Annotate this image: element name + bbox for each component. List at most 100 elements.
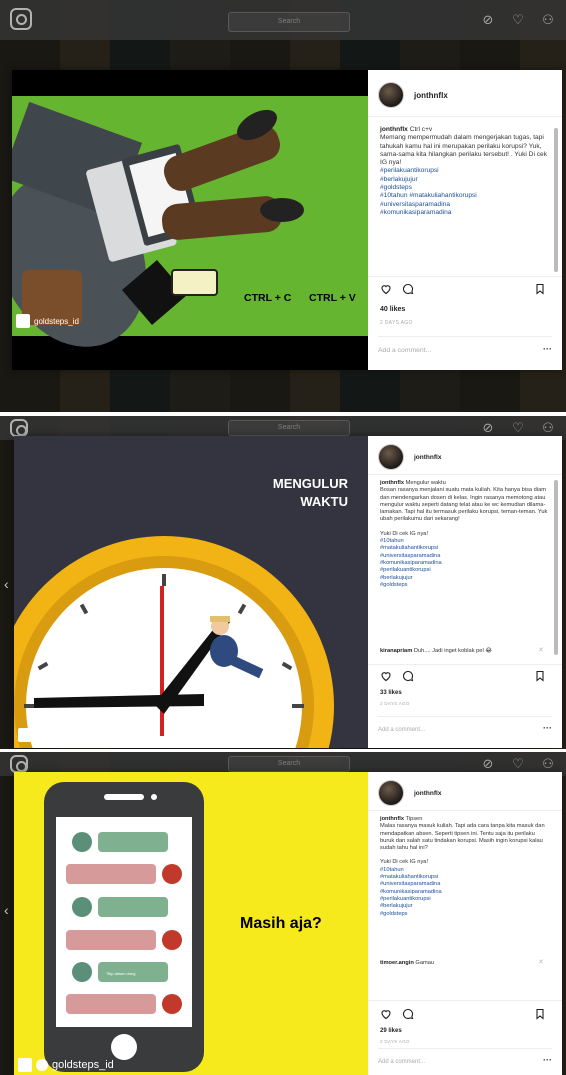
caption-author[interactable]: jonthnflx [380,816,404,822]
post-timestamp: 2 DAYS AGO [380,320,413,326]
likes-count[interactable]: 33 likes [380,690,402,696]
caption-body: Memang mempermudah dalam mengerjakan tug… [380,134,548,167]
bookmark-icon[interactable] [534,1008,546,1020]
image-watermark: goldsteps_id [16,314,79,328]
caption-cta: Yuki Di cek IG nya! [380,859,429,866]
post-timestamp: 2 DAYS AGO [380,701,410,706]
post-caption: jonthnflx Mengulur waktu Bosan rasanya m… [380,480,548,652]
post-sidebar: jonthnflx jonthnflx Mengulur waktu Bosan… [368,436,562,748]
comment-author[interactable]: kiranapriam [380,648,412,654]
screenshot-panel-1: Search ⊘ ♡ ⚇ CTRL + C CTRL + V goldsteps… [0,0,566,412]
caption-author[interactable]: jonthnflx [380,126,408,133]
post-author: jonthnflx [378,82,448,108]
hashtag-link[interactable]: #berlakujujur [380,903,548,910]
more-options-icon[interactable]: ··· [543,723,552,733]
chat-bubble-text: Titip absen dong [106,971,135,976]
comment-row: timoer.angin Gamau [380,960,548,966]
avatar[interactable] [378,82,404,108]
delete-comment-icon[interactable]: ✕ [538,646,544,654]
author-username[interactable]: jonthnflx [414,91,448,100]
more-options-icon[interactable]: ··· [543,1055,552,1065]
post-image-illustration: MENGULUR WAKTU [14,436,368,748]
hashtag-link[interactable]: #universitasparamadina [380,881,548,888]
hashtag-link[interactable]: #goldsteps [380,184,548,192]
more-options-icon[interactable]: ··· [543,344,552,354]
likes-count[interactable]: 40 likes [380,306,405,313]
add-comment-input[interactable]: Add a comment... [378,336,552,354]
hashtag-link[interactable]: #komunikasiparamadina [380,560,548,567]
hashtag-link[interactable]: #komunikasiparamadina [380,889,548,896]
hashtag-link[interactable]: #10tahun [380,538,548,545]
hashtag-link[interactable]: #berlakujujur [380,575,548,582]
post-sidebar: jonthnflx jonthnflx Tipsen Malas rasanya… [368,772,562,1075]
watermark-text: goldsteps_id [34,316,79,326]
image-title-line2: WAKTU [300,494,348,509]
caption-scrollbar[interactable] [554,128,558,272]
previous-post-arrow-icon[interactable]: ‹ [4,576,9,592]
like-heart-icon[interactable] [380,283,392,295]
comment-icon[interactable] [402,670,414,682]
bookmark-icon[interactable] [534,283,546,295]
author-username[interactable]: jonthnflx [414,454,441,461]
hashtag-link[interactable]: #10tahun [380,867,548,874]
comment-row: kiranapriam Duh.... Jadi inget koblak pe… [380,648,548,654]
caption-title: Tipsen [405,816,423,822]
hashtag-link[interactable]: #universitasparamadina [380,553,548,560]
hashtag-link[interactable]: #goldsteps [380,911,548,918]
hashtag-link[interactable]: #perilakuantikorupsi [380,896,548,903]
post-modal: CTRL + C CTRL + V goldsteps_id jonthnflx… [12,70,562,370]
comment-icon[interactable] [402,283,414,295]
like-heart-icon[interactable] [380,1008,392,1020]
watermark-instagram-icon [16,314,30,328]
hashtag-link[interactable]: #matakuliahantikorupsi [380,874,548,881]
caption-body: Bosan rasanya menjalani suatu mata kulia… [380,487,548,523]
post-author: jonthnflx [378,444,441,470]
hashtag-link[interactable]: #berlakujujur [380,176,548,184]
post-modal: MENGULUR WAKTU goldsteps_id jonthnflx jo… [14,436,562,748]
hashtag-link[interactable]: #perilakuantikorupsi [380,567,548,574]
comment-author[interactable]: timoer.angin [380,960,414,966]
post-image: Titip absen dong Masih aja? goldsteps_id [14,772,368,1075]
watermark-instagram-icon [18,728,32,742]
watermark-instagram-icon [18,1058,32,1072]
bookmark-icon[interactable] [534,670,546,682]
post-actions [380,283,546,295]
post-sidebar: jonthnflx jonthnflx Ctrl c+v Memang memp… [368,70,562,370]
image-text-ctrl-c: CTRL + C [244,292,292,304]
screenshot-panel-3: Search ⊘ ♡ ⚇ ‹ Titip absen dong Masih aj… [0,752,566,1075]
post-modal: Titip absen dong Masih aja? goldsteps_id… [14,772,562,1075]
add-comment-input[interactable]: Add a comment... [378,716,552,733]
image-watermark: goldsteps_id [18,1058,114,1072]
post-actions [380,670,546,682]
post-image: MENGULUR WAKTU goldsteps_id [14,436,368,748]
caption-title: Mengulur waktu [405,480,446,486]
post-author: jonthnflx [378,780,441,806]
hashtag-link[interactable]: #perilakuantikorupsi [380,167,548,175]
post-actions [380,1008,546,1020]
like-heart-icon[interactable] [380,670,392,682]
hashtag-link[interactable]: #matakuliahantikorupsi [380,545,548,552]
avatar[interactable] [378,780,404,806]
post-image-illustration: Titip absen dong Masih aja? [14,772,368,1075]
image-watermark: goldsteps_id [18,728,114,742]
caption-scrollbar[interactable] [554,480,558,655]
author-username[interactable]: jonthnflx [414,790,441,797]
hashtag-link[interactable]: #universitasparamadina [380,201,548,209]
delete-comment-icon[interactable]: ✕ [538,958,544,966]
watermark-text: goldsteps_id [52,729,114,741]
hashtag-link[interactable]: #komunikasiparamadina [380,209,548,217]
add-comment-input[interactable]: Add a comment... [378,1048,552,1065]
hashtag-link[interactable]: #10tahun #matakuliahantikorupsi [380,192,548,200]
avatar[interactable] [378,444,404,470]
caption-author[interactable]: jonthnflx [380,480,404,486]
comment-icon[interactable] [402,1008,414,1020]
post-image: CTRL + C CTRL + V goldsteps_id [12,70,368,370]
previous-post-arrow-icon[interactable]: ‹ [4,902,9,918]
hashtag-link[interactable]: #goldsteps [380,582,548,589]
post-timestamp: 2 DAYS AGO [380,1039,410,1044]
likes-count[interactable]: 29 likes [380,1028,402,1034]
watermark-logo-icon [36,1059,48,1071]
comment-text: Duh.... Jadi inget koblak pel 😂 [413,648,492,654]
caption-title: Ctrl c+v [409,126,433,133]
screenshot-panel-2: Search ⊘ ♡ ⚇ ‹ MENGULUR WAKTU goldsteps_… [0,416,566,749]
